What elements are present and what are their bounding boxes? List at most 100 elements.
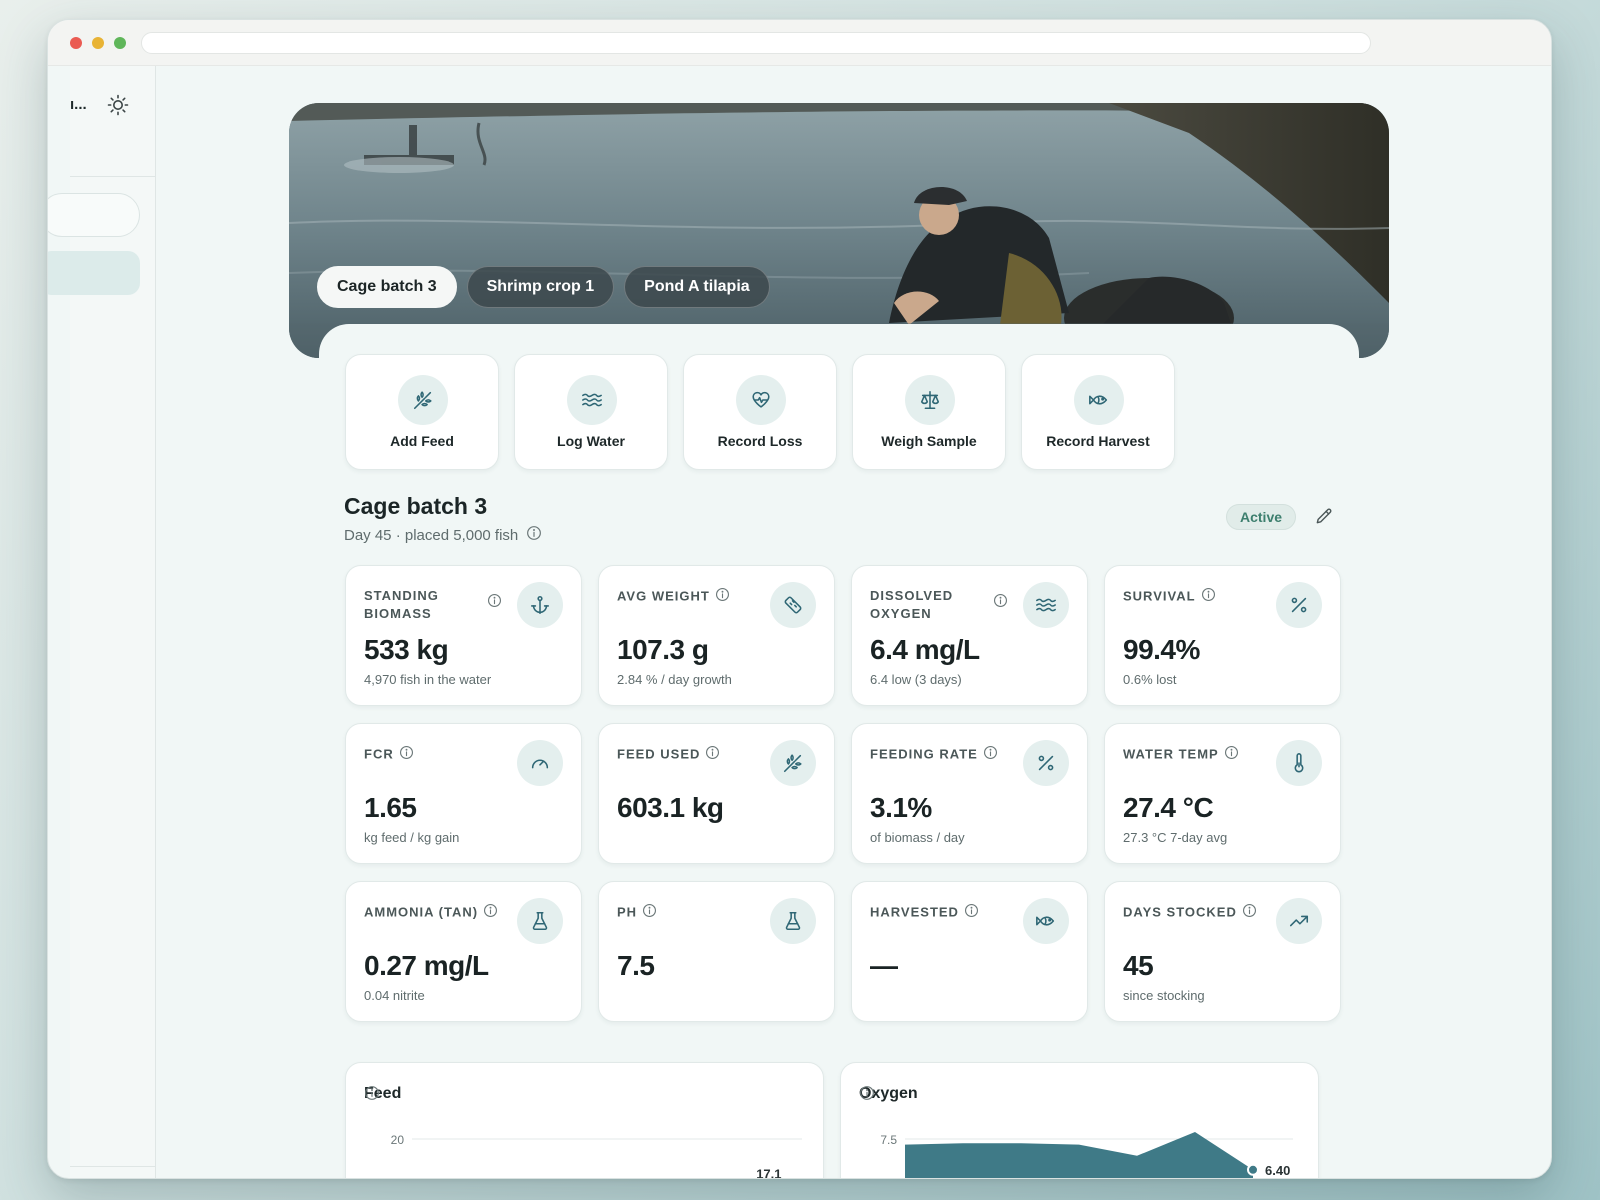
feed-bar-chart: 20 17.1	[391, 1133, 802, 1179]
sidebar-divider	[70, 176, 156, 177]
info-icon[interactable]	[399, 745, 414, 765]
status-badge: Active	[1226, 504, 1297, 530]
oxygen-area-chart: 7.5 6.40	[880, 1132, 1293, 1178]
metric-label-row: FCR	[364, 745, 414, 765]
metric-label-row: DAYS STOCKED	[1123, 903, 1257, 923]
metric-value: —	[870, 950, 898, 981]
record-loss-label: Record Loss	[717, 433, 803, 449]
record-harvest-button[interactable]: Record Harvest	[1021, 354, 1175, 470]
weigh-sample-label: Weigh Sample	[881, 433, 977, 449]
info-icon[interactable]	[1224, 745, 1239, 765]
metric-label: FEEDING RATE	[870, 746, 978, 762]
metric-card-water-temp: WATER TEMP 27.4 °C 27.3 °C 7-day avg	[1104, 723, 1341, 864]
metric-subtext: since stocking	[1123, 988, 1205, 1003]
info-icon[interactable]	[642, 903, 657, 923]
sidebar-search-input[interactable]	[48, 193, 140, 237]
sidebar-item-active[interactable]	[48, 251, 140, 295]
info-icon[interactable]	[1201, 587, 1216, 607]
metric-value: 3.1%	[870, 792, 932, 823]
percent-icon	[1276, 582, 1322, 628]
percent-icon	[1023, 740, 1069, 786]
metric-label-row: PH	[617, 903, 657, 923]
close-window-button[interactable]	[70, 37, 82, 49]
sidebar: ı...	[48, 66, 156, 1178]
title-bar	[48, 20, 1551, 66]
info-icon[interactable]	[715, 587, 730, 607]
metric-label: PH	[617, 904, 638, 920]
metric-label: HARVESTED	[870, 904, 959, 920]
metric-value: 0.27 mg/L	[364, 950, 489, 981]
record-loss-button[interactable]: Record Loss	[683, 354, 837, 470]
wheat-icon	[398, 375, 448, 425]
metric-subtext: 2.84 % / day growth	[617, 672, 732, 687]
info-icon[interactable]	[483, 903, 498, 923]
feed-y-tick: 20	[391, 1133, 405, 1147]
metric-card-survival: SURVIVAL 99.4% 0.6% lost	[1104, 565, 1341, 706]
address-bar[interactable]	[141, 32, 1371, 54]
maximize-window-button[interactable]	[114, 37, 126, 49]
info-icon[interactable]	[964, 903, 979, 923]
oxygen-y-tick: 7.5	[880, 1133, 897, 1147]
oxygen-last-point	[1247, 1163, 1259, 1176]
tab-shrimp-crop-1[interactable]: Shrimp crop 1	[466, 266, 615, 308]
info-icon[interactable]	[526, 525, 542, 545]
metric-label-row: FEEDING RATE	[870, 745, 998, 765]
metric-value: 107.3 g	[617, 634, 709, 665]
metric-subtext: 4,970 fish in the water	[364, 672, 492, 687]
weigh-sample-button[interactable]: Weigh Sample	[852, 354, 1006, 470]
info-icon[interactable]	[1242, 903, 1257, 923]
metric-card-days-stocked: DAYS STOCKED 45 since stocking	[1104, 881, 1341, 1022]
metric-value: 6.4 mg/L	[870, 634, 980, 665]
flask-icon	[770, 898, 816, 944]
sidebar-bottom-divider	[70, 1166, 156, 1167]
metric-label-row: WATER TEMP	[1123, 745, 1239, 765]
oxygen-chart-card: Oxygen 7.5 6.40	[840, 1062, 1319, 1178]
metric-label: STANDING BIOMASS	[364, 588, 439, 621]
batch-subtitle-row: Day 45 · placed 5,000 fish	[344, 525, 542, 545]
hero-banner: Cage batch 3 Shrimp crop 1 Pond A tilapi…	[289, 103, 1389, 358]
gauge-icon	[517, 740, 563, 786]
metric-subtext: of biomass / day	[870, 830, 965, 845]
theme-toggle-sun-icon[interactable]	[106, 93, 130, 117]
add-feed-button[interactable]: Add Feed	[345, 354, 499, 470]
info-icon[interactable]	[983, 745, 998, 765]
metric-subtext: 6.4 low (3 days)	[870, 672, 962, 687]
metric-card-feed-used: FEED USED 603.1 kg	[598, 723, 835, 864]
waves-icon	[567, 375, 617, 425]
pond-photo	[289, 103, 1389, 358]
metric-value: 7.5	[617, 950, 655, 981]
feed-peak-label: 17.1	[756, 1166, 781, 1179]
info-icon[interactable]	[993, 593, 1008, 613]
metric-label: DAYS STOCKED	[1123, 904, 1237, 920]
metric-card-ammonia-tan: AMMONIA (TAN) 0.27 mg/L 0.04 nitrite	[345, 881, 582, 1022]
metric-card-avg-weight: AVG WEIGHT 107.3 g 2.84 % / day growth	[598, 565, 835, 706]
brand-name: ı...	[70, 96, 87, 113]
quick-actions: Add Feed Log Water Record Loss Weigh Sam…	[345, 354, 1175, 470]
info-icon[interactable]	[705, 745, 720, 765]
flask-icon	[517, 898, 563, 944]
metric-label: DISSOLVED OXYGEN	[870, 588, 954, 621]
metric-label: WATER TEMP	[1123, 746, 1219, 762]
batch-subtitle: Day 45 · placed 5,000 fish	[344, 526, 519, 544]
metric-label: FCR	[364, 746, 394, 762]
tab-pond-a-tilapia[interactable]: Pond A tilapia	[624, 266, 770, 308]
metric-label-row: AMMONIA (TAN)	[364, 903, 498, 923]
metrics-grid: STANDING BIOMASS 533 kg 4,970 fish in the …	[345, 565, 1341, 1022]
log-water-label: Log Water	[557, 433, 625, 449]
log-water-button[interactable]: Log Water	[514, 354, 668, 470]
metric-value: 533 kg	[364, 634, 449, 665]
info-icon[interactable]	[487, 593, 502, 613]
metric-label-row: SURVIVAL	[1123, 587, 1216, 607]
metric-label: FEED USED	[617, 746, 701, 762]
metric-value: 1.65	[364, 792, 417, 823]
metric-label-row: FEED USED	[617, 745, 720, 765]
tab-cage-batch-3[interactable]: Cage batch 3	[317, 266, 457, 308]
edit-batch-button[interactable]	[1312, 506, 1336, 530]
ruler-icon	[770, 582, 816, 628]
metric-card-ph: PH 7.5	[598, 881, 835, 1022]
metric-card-standing-biomass: STANDING BIOMASS 533 kg 4,970 fish in the …	[345, 565, 582, 706]
metric-card-fcr: FCR 1.65 kg feed / kg gain	[345, 723, 582, 864]
add-feed-label: Add Feed	[390, 433, 454, 449]
minimize-window-button[interactable]	[92, 37, 104, 49]
batch-tabs: Cage batch 3 Shrimp crop 1 Pond A tilapi…	[317, 266, 770, 308]
